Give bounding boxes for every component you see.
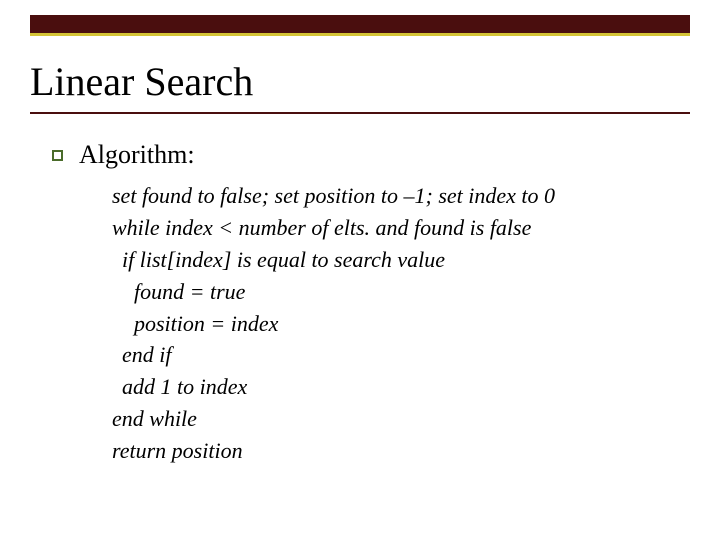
- slide: Linear Search Algorithm: set found to fa…: [0, 0, 720, 540]
- title-underline: [30, 112, 690, 114]
- pseudocode-line: add 1 to index: [112, 371, 680, 403]
- slide-body: Algorithm: set found to false; set posit…: [52, 140, 680, 467]
- bullet-label: Algorithm:: [79, 140, 195, 170]
- pseudocode-block: set found to false; set position to –1; …: [112, 180, 680, 467]
- pseudocode-line: return position: [112, 435, 680, 467]
- pseudocode-line: position = index: [112, 308, 680, 340]
- pseudocode-line: while index < number of elts. and found …: [112, 212, 680, 244]
- pseudocode-line: end if: [112, 339, 680, 371]
- square-bullet-icon: [52, 150, 63, 161]
- bullet-item: Algorithm:: [52, 140, 680, 170]
- pseudocode-line: end while: [112, 403, 680, 435]
- slide-title: Linear Search: [30, 58, 690, 105]
- pseudocode-line: if list[index] is equal to search value: [112, 244, 680, 276]
- top-accent-line: [30, 33, 690, 36]
- pseudocode-line: set found to false; set position to –1; …: [112, 180, 680, 212]
- pseudocode-line: found = true: [112, 276, 680, 308]
- top-dark-band: [30, 15, 690, 33]
